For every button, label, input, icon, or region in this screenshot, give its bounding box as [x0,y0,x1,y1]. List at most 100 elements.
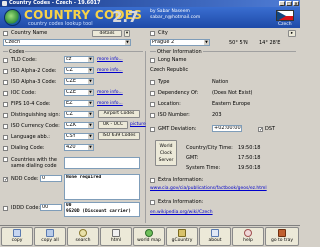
alpha2-field[interactable]: CZ ▼ [64,67,94,74]
dependency-checkbox[interactable] [150,90,155,96]
world-clock-line3: Server [158,158,174,163]
copy-all-label: copy all [41,238,59,243]
ioc-field[interactable]: CZE ▼ [64,89,94,96]
gmt-time-label: GMT: [186,155,199,161]
location-row: Location: [150,101,181,107]
tld-more-info-link[interactable]: more info... [97,57,123,62]
country-select[interactable]: Czech ▼ [3,39,131,46]
ioc-label: IOC Code: [11,90,36,96]
code-row-dialing: Dialing Code: [3,145,45,151]
picture-link[interactable]: picture [130,122,146,127]
code-row-alpha3: ISO Alpha-3 Code: [3,79,56,85]
alpha3-checkbox[interactable] [3,79,8,85]
uk-ucc-button[interactable]: UK - UCC [98,121,128,129]
tld-field[interactable]: cz ▼ [64,56,94,63]
go-to-tray-button[interactable]: go to tray [265,227,299,246]
fips-value: EZ [66,100,73,106]
ioc-more-info-link[interactable]: more info... [97,90,123,95]
currency-checkbox[interactable] [3,123,8,129]
go-to-tray-label: go to tray [270,238,294,243]
alpha2-checkbox[interactable] [3,68,8,74]
gmt-field[interactable]: +02:00:00 [212,125,242,132]
dependency-label: Dependency Of: [158,90,199,96]
ndd-memo[interactable]: None required [64,174,140,200]
dst-row: DST [258,126,275,132]
type-checkbox[interactable] [150,79,155,85]
world-map-button[interactable]: world map [133,227,165,246]
iso-639-codes-button[interactable]: ISO 639 Codes [98,132,140,140]
currency-field[interactable]: CZK ▼ [64,122,94,129]
extra-info-checkbox[interactable] [150,177,155,183]
distinguishing-label: Distinguishing sign: [11,112,61,118]
extra-info-label: Extra Information: [158,177,204,183]
language-checkbox[interactable] [3,134,8,140]
factbook-link[interactable]: www.cia.gov/cia/publications/factbook/ge… [150,186,267,191]
details-dropdown-arrow[interactable]: ▾ [124,30,130,37]
country-name-row: Country Name [3,30,47,36]
copy-icon [13,229,21,237]
iso-number-checkbox[interactable] [150,112,155,118]
chevron-down-icon[interactable]: ▼ [204,40,209,45]
long-name-checkbox[interactable] [150,57,155,63]
extra-info-checkbox-2[interactable] [150,199,155,205]
dependency-row: Dependency Of: [150,90,198,96]
long-name-row: Long Name [150,57,186,63]
dst-checkbox[interactable] [258,126,263,132]
language-field[interactable]: CSY ▼ [64,133,94,140]
tld-checkbox[interactable] [3,57,8,63]
close-button[interactable]: × [293,1,299,6]
gmt-checkbox[interactable] [150,126,155,132]
copy-button[interactable]: copy [1,227,33,246]
location-checkbox[interactable] [150,101,155,107]
copy-all-button[interactable]: copy all [34,227,66,246]
city-latitude: 50° 5'N [229,40,248,46]
ioc-checkbox[interactable] [3,90,8,96]
alpha2-more-info-link[interactable]: more info... [97,68,123,73]
alpha2-value: CZ [66,67,73,73]
same-dialing-list[interactable] [64,157,140,169]
fips-checkbox[interactable] [3,101,8,107]
same-dialing-checkbox[interactable] [3,157,8,162]
czech-flag-icon [276,10,294,21]
dialing-checkbox[interactable] [3,145,8,151]
app-icon [2,1,7,6]
iddd-label: IDDD Code: [11,205,41,211]
city-more-button[interactable]: ▸ [288,30,296,37]
system-time-label: System Time: [186,165,221,171]
iddd-checkbox[interactable] [3,205,8,211]
wikipedia-link[interactable]: en.wikipedia.org/wiki/Czech [150,210,213,215]
copy-label: copy [11,238,23,243]
city-checkbox[interactable] [150,30,155,36]
iddd-memo[interactable]: 00 9520D (Discount carrier) [64,202,140,217]
gmt-label: GMT Deviation: [158,126,197,132]
help-button[interactable]: help [232,227,264,246]
maximize-button[interactable]: □ [286,1,292,6]
iso-number-row: ISO Number: [150,112,190,118]
country-name-checkbox[interactable] [3,30,8,36]
ndd-checkbox[interactable] [3,176,8,182]
minimize-button[interactable]: _ [279,1,285,6]
airport-codes-button[interactable]: Airport Codes [98,110,140,118]
dialing-field[interactable]: 420 ▼ [64,144,94,151]
html-button[interactable]: html [100,227,132,246]
city-select[interactable]: Prague 2 ▼ [150,39,210,46]
alpha3-field[interactable]: CZE ▼ [64,78,94,85]
dialing-value: 420 [66,144,76,150]
search-label: search [75,238,91,243]
gcountry-button[interactable]: gCountry [166,227,198,246]
iddd-field[interactable]: 00 [40,204,62,211]
details-button[interactable]: details [92,30,122,37]
chevron-down-icon[interactable]: ▼ [125,40,130,45]
distinguishing-field[interactable]: CZ ▼ [64,111,94,118]
fips-field[interactable]: EZ ▼ [64,100,94,107]
gmt-row: GMT Deviation: [150,126,196,132]
search-button[interactable]: search [67,227,99,246]
world-clock-line1: World [159,144,173,149]
distinguishing-checkbox[interactable] [3,112,8,118]
world-clock-server-button[interactable]: World Clock Server [155,140,177,166]
fips-more-info-link[interactable]: more info... [97,101,123,106]
ndd-field[interactable]: 0 [40,175,62,182]
about-button[interactable]: about [199,227,231,246]
code-row-currency: ISO Currency Code: [3,123,60,129]
code-row-distinguishing: Distinguishing sign: [3,112,60,118]
